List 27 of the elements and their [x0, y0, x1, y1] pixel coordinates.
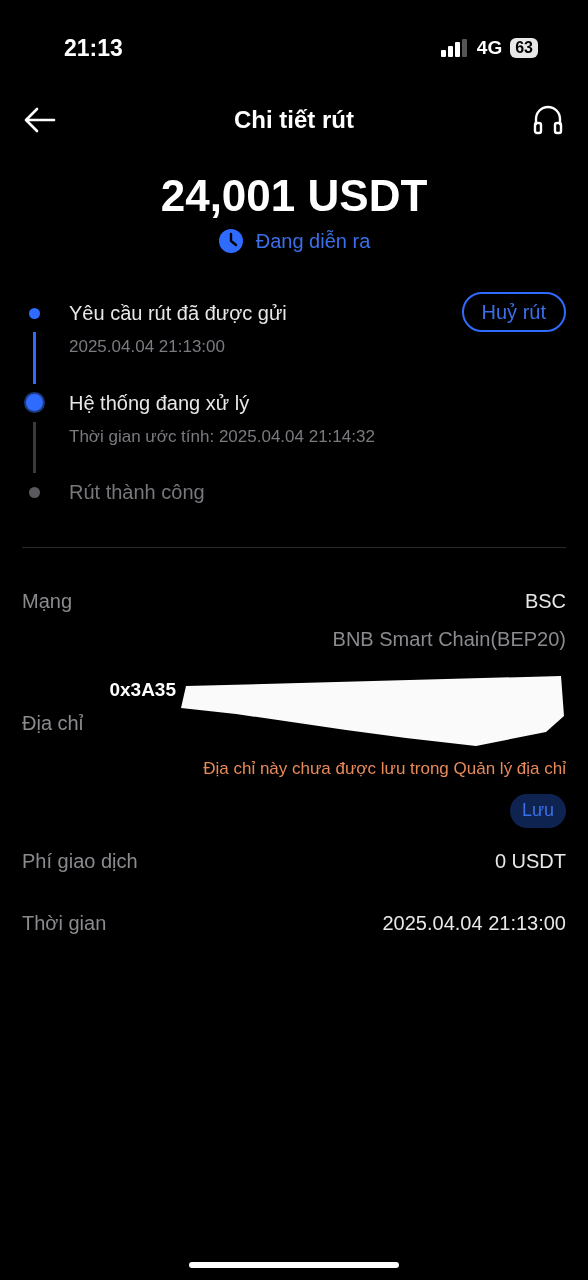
detail-label: Thời gian — [22, 910, 107, 936]
step-time: Thời gian ước tính: 2025.04.04 21:14:32 — [69, 425, 375, 448]
address-value: 0x3A35 — [109, 678, 176, 702]
address-label: Địa chỉ — [22, 711, 85, 736]
cancel-withdrawal-button[interactable]: Huỷ rút — [461, 292, 566, 332]
detail-label: Phí giao dịch — [22, 848, 138, 874]
network-type: 4G — [476, 35, 503, 60]
address-warning: Địa chỉ này chưa được lưu trong Quản lý địa chỉ — [203, 758, 566, 780]
detail-value: 2025.04.04 21:13:00 — [382, 910, 566, 936]
step-title: Rút thành công — [69, 480, 205, 505]
withdrawal-amount: 24,001 USDT — [160, 170, 428, 222]
back-arrow-icon[interactable] — [24, 107, 56, 133]
headset-icon[interactable] — [532, 104, 564, 136]
network-label: Mạng — [22, 589, 73, 614]
step-title: Hệ thống đang xử lý — [69, 390, 251, 416]
step-title: Yêu cầu rút đã được gửi — [69, 301, 287, 326]
status-label: Đang diễn ra — [255, 229, 371, 254]
step-time: 2025.04.04 21:13:00 — [69, 336, 226, 358]
clock-icon — [217, 228, 244, 254]
save-address-button[interactable]: Lưu — [509, 793, 566, 828]
detail-value: 0 USDT — [494, 848, 566, 874]
signal-icon — [440, 39, 469, 57]
status-time: 21:13 — [64, 33, 123, 63]
page-title: Chi tiết rút — [234, 105, 354, 135]
network-detail: BNB Smart Chain(BEP20) — [332, 627, 566, 652]
battery-level: 63 — [510, 38, 538, 58]
network-value: BSC — [524, 589, 566, 614]
